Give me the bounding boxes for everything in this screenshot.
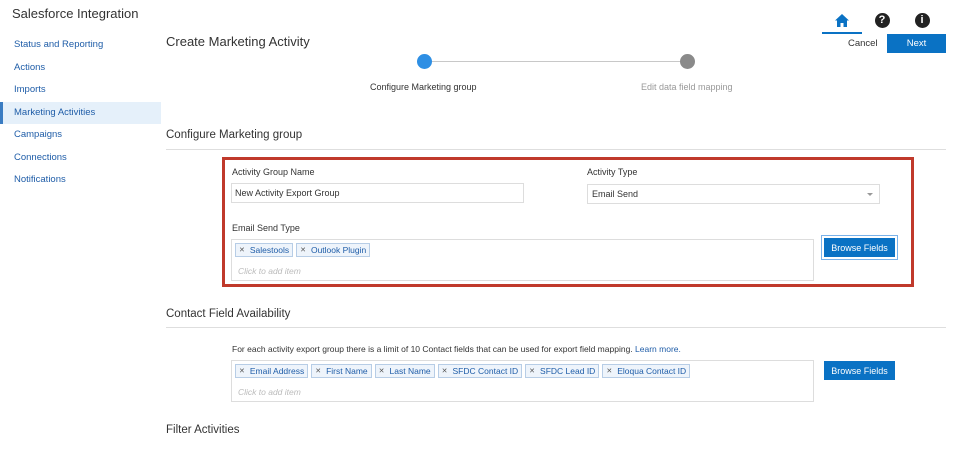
app-title: Salesforce Integration bbox=[12, 6, 139, 21]
tag: ✕ First Name bbox=[311, 364, 372, 378]
tag-list: ✕ Email Address ✕ First Name ✕ Last Name ✕ S… bbox=[235, 364, 691, 378]
contact-fields-tag-input[interactable]: ✕ Email Address ✕ First Name ✕ Last Name ✕ S… bbox=[231, 360, 814, 402]
tag-input-placeholder[interactable]: Click to add item bbox=[238, 266, 301, 276]
contact-section-title: Contact Field Availability bbox=[166, 308, 291, 320]
tag-label: First Name bbox=[326, 366, 368, 376]
remove-tag-icon[interactable]: ✕ bbox=[239, 246, 245, 254]
page-title: Create Marketing Activity bbox=[166, 34, 310, 49]
activity-group-name-input[interactable]: New Activity Export Group bbox=[231, 183, 524, 203]
sidebar-item-imports[interactable]: Imports bbox=[0, 79, 161, 102]
wizard-step-2-dot bbox=[680, 54, 695, 69]
chevron-down-icon bbox=[867, 193, 873, 196]
remove-tag-icon[interactable]: ✕ bbox=[529, 367, 535, 375]
sidebar-item-status-and-reporting[interactable]: Status and Reporting bbox=[0, 34, 161, 57]
remove-tag-icon[interactable]: ✕ bbox=[315, 367, 321, 375]
tag: ✕ Eloqua Contact ID bbox=[602, 364, 691, 378]
help-glyph: ? bbox=[874, 12, 890, 28]
cancel-button[interactable]: Cancel bbox=[848, 38, 878, 49]
info-icon[interactable]: i bbox=[902, 9, 942, 31]
remove-tag-icon[interactable]: ✕ bbox=[606, 367, 612, 375]
browse-fields-button[interactable]: Browse Fields bbox=[824, 238, 895, 257]
configure-section-title: Configure Marketing group bbox=[166, 129, 303, 141]
wizard-step-2-label: Edit data field mapping bbox=[641, 82, 733, 92]
activity-type-value: Email Send bbox=[592, 189, 639, 199]
tag-label: SFDC Lead ID bbox=[540, 366, 596, 376]
section-divider bbox=[166, 327, 946, 328]
email-send-type-tag-input[interactable]: ✕ Salestools ✕ Outlook Plugin Click to add… bbox=[231, 239, 814, 281]
tag: ✕ Salestools bbox=[235, 243, 294, 257]
tag: ✕ Last Name bbox=[374, 364, 435, 378]
tag-label: Outlook Plugin bbox=[310, 245, 367, 255]
email-send-type-label: Email Send Type bbox=[232, 223, 300, 233]
home-icon[interactable] bbox=[822, 9, 862, 34]
remove-tag-icon[interactable]: ✕ bbox=[300, 246, 306, 254]
tag-label: SFDC Contact ID bbox=[452, 366, 519, 376]
remove-tag-icon[interactable]: ✕ bbox=[442, 367, 448, 375]
remove-tag-icon[interactable]: ✕ bbox=[239, 367, 245, 375]
contact-limit-info: For each activity export group there is … bbox=[232, 344, 681, 354]
tag-label: Salestools bbox=[249, 245, 290, 255]
tag: ✕ SFDC Contact ID bbox=[437, 364, 523, 378]
sidebar-item-notifications[interactable]: Notifications bbox=[0, 169, 161, 192]
tag: ✕ SFDC Lead ID bbox=[525, 364, 600, 378]
sidebar-item-campaigns[interactable]: Campaigns bbox=[0, 124, 161, 147]
tag: ✕ Email Address bbox=[235, 364, 309, 378]
tag: ✕ Outlook Plugin bbox=[296, 243, 371, 257]
activity-group-name-label: Activity Group Name bbox=[232, 167, 315, 177]
wizard-progress-line bbox=[424, 61, 687, 62]
sidebar-item-connections[interactable]: Connections bbox=[0, 147, 161, 170]
learn-more-link[interactable]: Learn more. bbox=[635, 344, 681, 354]
remove-tag-icon[interactable]: ✕ bbox=[379, 367, 385, 375]
section-divider bbox=[166, 149, 946, 150]
tag-label: Last Name bbox=[389, 366, 431, 376]
filter-section-title: Filter Activities bbox=[166, 424, 240, 436]
info-glyph: i bbox=[914, 12, 930, 28]
sidebar-item-marketing-activities[interactable]: Marketing Activities bbox=[0, 101, 161, 124]
contact-limit-text: For each activity export group there is … bbox=[232, 344, 633, 354]
wizard-step-1-dot bbox=[417, 54, 432, 69]
sidebar-item-actions[interactable]: Actions bbox=[0, 57, 161, 80]
help-icon[interactable]: ? bbox=[862, 9, 902, 31]
activity-type-label: Activity Type bbox=[587, 167, 638, 177]
sidebar: Status and Reporting Actions Imports Mar… bbox=[0, 34, 161, 192]
tag-input-placeholder[interactable]: Click to add item bbox=[238, 387, 301, 397]
tag-list: ✕ Salestools ✕ Outlook Plugin bbox=[235, 243, 371, 257]
browse-fields-button[interactable]: Browse Fields bbox=[824, 361, 895, 380]
tag-label: Eloqua Contact ID bbox=[617, 366, 687, 376]
activity-type-select[interactable]: Email Send bbox=[587, 184, 880, 204]
tag-label: Email Address bbox=[249, 366, 305, 376]
wizard-step-1-label: Configure Marketing group bbox=[370, 82, 477, 92]
next-button[interactable]: Next bbox=[887, 34, 946, 53]
top-icon-bar: ? i bbox=[822, 6, 942, 34]
